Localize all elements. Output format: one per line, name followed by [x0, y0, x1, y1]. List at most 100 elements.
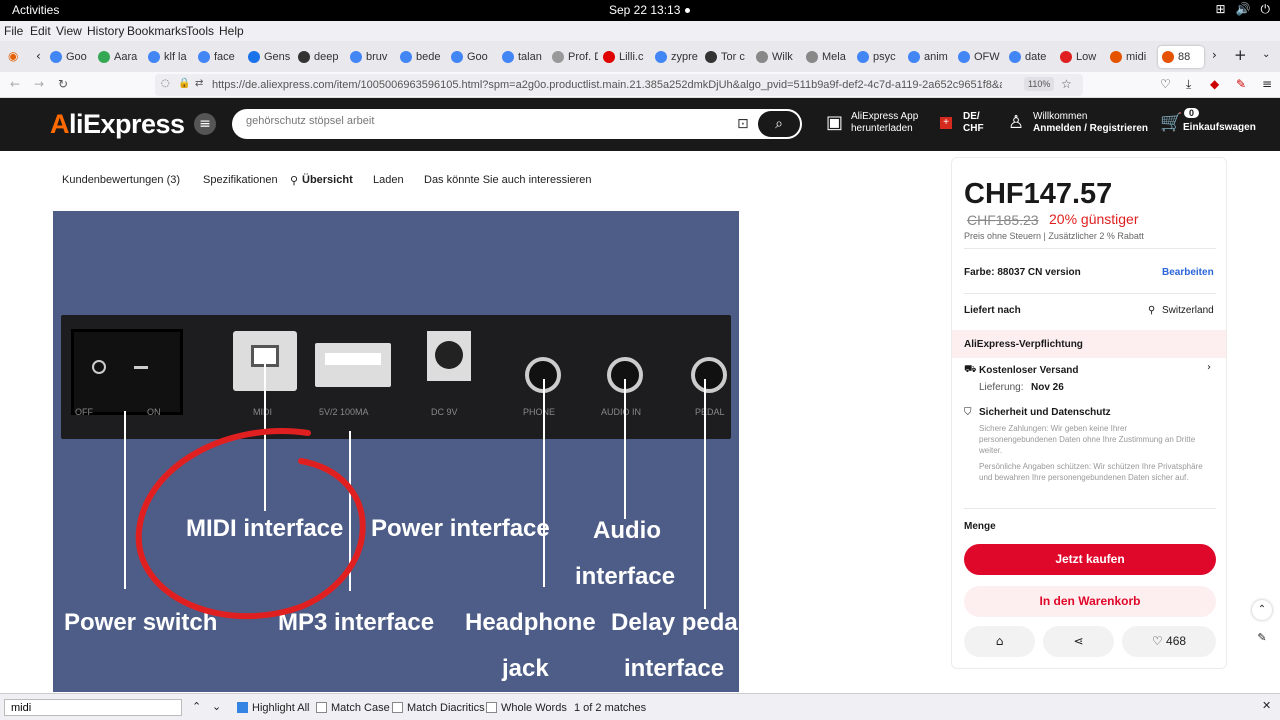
extension-badge-icon[interactable]: ◆: [1210, 77, 1219, 91]
aliexpress-logo[interactable]: AliExpress: [50, 109, 185, 140]
browser-tab[interactable]: OFW: [958, 46, 1004, 68]
tab-list-icon[interactable]: ⌄: [1262, 49, 1270, 60]
zoom-indicator[interactable]: 110%: [1024, 77, 1055, 91]
nav-overview[interactable]: Übersicht: [302, 174, 353, 186]
whole-words-checkbox[interactable]: [486, 702, 497, 713]
delivery-date: Nov 26: [1031, 382, 1064, 393]
whole-words-label[interactable]: Whole Words: [501, 702, 567, 714]
browser-tab[interactable]: face: [198, 46, 244, 68]
nav-specifications[interactable]: Spezifikationen: [203, 174, 278, 186]
browser-tab[interactable]: deep: [298, 46, 344, 68]
browser-tab[interactable]: Goo: [451, 46, 497, 68]
close-find-icon[interactable]: ✕: [1262, 699, 1271, 712]
firefox-icon[interactable]: ◉: [8, 49, 18, 63]
menu-bookmarks[interactable]: Bookmarks: [127, 24, 187, 38]
cart-icon[interactable]: 🛒: [1160, 112, 1182, 133]
nav-store[interactable]: Laden: [373, 174, 404, 186]
bookmark-star-icon[interactable]: ☆: [1061, 77, 1072, 91]
search-button[interactable]: ⌕: [758, 111, 800, 137]
wishlist-button[interactable]: ♡ 468: [1122, 626, 1216, 657]
match-diacritics-checkbox[interactable]: [392, 702, 403, 713]
extension-icon[interactable]: ✎: [1236, 77, 1246, 91]
region-selector[interactable]: DE/ CHF: [963, 111, 984, 135]
account-menu[interactable]: Willkommen Anmelden / Registrieren: [1033, 111, 1148, 135]
browser-tab[interactable]: talan: [502, 46, 548, 68]
reload-icon[interactable]: ↻: [58, 77, 68, 91]
url-text[interactable]: https://de.aliexpress.com/item/100500696…: [212, 79, 1002, 91]
browser-tab[interactable]: midi: [1110, 46, 1156, 68]
tab-favicon-icon: [806, 51, 818, 63]
free-shipping-label[interactable]: Kostenloser Versand: [979, 365, 1078, 376]
match-case-label[interactable]: Match Case: [331, 702, 390, 714]
chevron-right-icon[interactable]: ›: [1207, 362, 1211, 373]
browser-tab[interactable]: klf la: [148, 46, 194, 68]
find-previous-icon[interactable]: ⌃: [192, 700, 201, 713]
tab-scroll-right-icon[interactable]: ›: [1212, 48, 1217, 62]
find-input[interactable]: [4, 699, 182, 716]
browser-tab[interactable]: Low: [1060, 46, 1106, 68]
find-next-icon[interactable]: ⌄: [212, 700, 221, 713]
browser-tab[interactable]: anim: [908, 46, 954, 68]
pocket-icon[interactable]: ♡: [1160, 77, 1171, 91]
shield-icon[interactable]: ◌: [161, 78, 170, 89]
categories-menu-button[interactable]: ≡: [194, 113, 216, 135]
lock-icon[interactable]: 🔒: [178, 78, 190, 89]
add-to-cart-button[interactable]: In den Warenkorb: [964, 586, 1216, 617]
search-input[interactable]: [246, 115, 696, 127]
browser-tab[interactable]: Wilk: [756, 46, 802, 68]
store-button[interactable]: ⌂: [964, 626, 1035, 657]
menu-file[interactable]: File: [4, 24, 23, 38]
app-download-link[interactable]: AliExpress App herunterladen: [851, 111, 918, 135]
highlight-all-checkbox[interactable]: [237, 702, 248, 713]
menu-history[interactable]: History: [87, 24, 124, 38]
menu-help[interactable]: Help: [219, 24, 244, 38]
share-button[interactable]: ⋖: [1043, 626, 1114, 657]
browser-tab[interactable]: Tor c: [705, 46, 751, 68]
feedback-icon[interactable]: ✎: [1252, 628, 1272, 648]
network-icon: ⊞: [1215, 2, 1226, 16]
scroll-top-icon[interactable]: ⌃: [1252, 600, 1272, 620]
tab-title: bruv: [366, 51, 388, 63]
menu-edit[interactable]: Edit: [30, 24, 51, 38]
app-menu-icon[interactable]: ≡: [1262, 77, 1272, 91]
tab-scroll-left-icon[interactable]: ‹: [36, 49, 41, 63]
permissions-icon[interactable]: ⇄: [195, 78, 203, 89]
user-icon[interactable]: ♙: [1008, 112, 1024, 133]
browser-tab[interactable]: Lilli.c: [603, 46, 649, 68]
highlight-all-label[interactable]: Highlight All: [252, 702, 309, 714]
back-icon[interactable]: ←: [10, 77, 20, 91]
ship-country[interactable]: Switzerland: [1162, 305, 1214, 316]
new-tab-icon[interactable]: +: [1234, 46, 1247, 64]
search-box[interactable]: ⊡ ⌕: [232, 109, 802, 139]
nav-reviews[interactable]: Kundenbewertungen (3): [62, 174, 180, 186]
match-diacritics-label[interactable]: Match Diacritics: [407, 702, 485, 714]
forward-icon[interactable]: →: [34, 77, 44, 91]
match-case-checkbox[interactable]: [316, 702, 327, 713]
downloads-icon[interactable]: ⤓: [1186, 77, 1191, 92]
browser-tab[interactable]: 88: [1158, 46, 1204, 68]
buy-now-button[interactable]: Jetzt kaufen: [964, 544, 1216, 575]
browser-tab[interactable]: bede: [400, 46, 446, 68]
browser-tab[interactable]: date: [1009, 46, 1055, 68]
activities-button[interactable]: Activities: [12, 3, 59, 17]
cart-label[interactable]: Einkaufswagen: [1183, 122, 1256, 134]
image-search-icon[interactable]: ⊡: [737, 116, 749, 132]
location-icon: ⚲: [1148, 305, 1156, 316]
browser-tab[interactable]: Prof. Dr: [552, 46, 598, 68]
clock[interactable]: Sep 22 13:13: [609, 3, 680, 17]
nav-recommendations[interactable]: Das könnte Sie auch interessieren: [424, 174, 592, 186]
qr-code-icon[interactable]: ▣: [826, 112, 843, 133]
browser-tab[interactable]: Gens: [248, 46, 294, 68]
edit-link[interactable]: Bearbeiten: [1162, 267, 1214, 278]
menu-view[interactable]: View: [56, 24, 82, 38]
browser-tab[interactable]: psyc: [857, 46, 903, 68]
system-tray[interactable]: ⊞ 🔊 ⏻: [1215, 2, 1270, 17]
url-bar[interactable]: ◌ 🔒 ⇄ https://de.aliexpress.com/item/100…: [155, 74, 1083, 96]
browser-tab[interactable]: zypre: [655, 46, 701, 68]
browser-tab[interactable]: Mela: [806, 46, 852, 68]
browser-tab[interactable]: Aara: [98, 46, 144, 68]
browser-tab[interactable]: Goo: [50, 46, 96, 68]
current-price: CHF147.57: [964, 178, 1113, 210]
menu-tools[interactable]: Tools: [186, 24, 214, 38]
browser-tab[interactable]: bruv: [350, 46, 396, 68]
